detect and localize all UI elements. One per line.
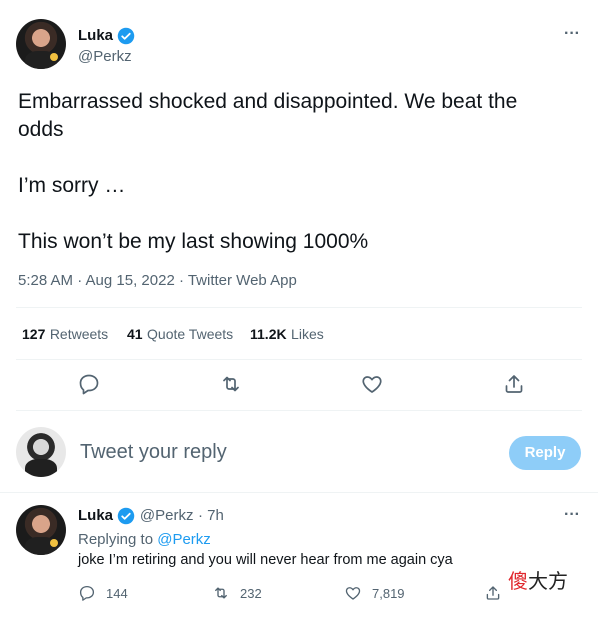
quote-tweets-stat[interactable]: 41 Quote Tweets (127, 326, 233, 344)
retweet-action[interactable]: 232 (212, 584, 262, 602)
replying-to-link[interactable]: @Perkz (157, 531, 211, 548)
retweet-count: 232 (240, 585, 262, 601)
reply-icon[interactable] (77, 372, 101, 396)
reply-text: joke I’m retiring and you will never hea… (78, 552, 453, 568)
retweet-icon[interactable] (219, 372, 243, 396)
author-handle[interactable]: @Perkz (78, 48, 132, 65)
like-icon[interactable] (360, 372, 384, 396)
quote-count: 41 (127, 326, 143, 342)
tweet-text-line: odds (18, 118, 64, 141)
reply-count: 144 (106, 585, 128, 601)
like-count: 7,819 (372, 585, 405, 601)
divider (16, 359, 582, 360)
tweet-text-line: This won’t be my last showing 1000% (18, 230, 369, 253)
retweets-count: 127 (22, 326, 46, 342)
share-icon[interactable] (484, 584, 502, 602)
tweet-text-line: I’m sorry … (18, 174, 126, 197)
retweets-label: Retweets (49, 326, 109, 342)
verified-badge-icon (118, 27, 135, 45)
reply-author-row: Luka @Perkz · 7h (78, 507, 224, 525)
verified-badge-icon (118, 507, 135, 525)
retweet-icon (215, 587, 227, 599)
reply-input[interactable]: Tweet your reply (80, 441, 227, 464)
likes-stat[interactable]: 11.2K Likes (250, 326, 324, 344)
reply-more-options-icon[interactable]: ··· (564, 506, 580, 524)
likes-label: Likes (291, 326, 324, 342)
divider (16, 307, 582, 308)
reply-action[interactable]: 144 (78, 584, 128, 602)
reply-author-name[interactable]: Luka (78, 507, 113, 524)
share-icon[interactable] (502, 372, 526, 396)
section-divider (0, 492, 598, 493)
replying-to-line: Replying to @Perkz (78, 531, 211, 548)
reply-author-avatar[interactable] (16, 505, 66, 555)
likes-count: 11.2K (250, 326, 287, 342)
tweet-text-line: Embarrassed shocked and disappointed. We… (18, 90, 518, 113)
author-name-row[interactable]: Luka (78, 27, 135, 45)
tweet-timestamp[interactable]: 5:28 AM · Aug 15, 2022 · Twitter Web App (18, 272, 297, 289)
reply-icon (79, 585, 95, 601)
current-user-avatar[interactable] (16, 427, 66, 477)
reply-time[interactable]: · 7h (198, 507, 224, 524)
retweets-stat[interactable]: 127 Retweets (22, 326, 108, 344)
like-action[interactable]: 7,819 (344, 584, 405, 602)
reply-button[interactable]: Reply (509, 436, 581, 470)
quote-label: Quote Tweets (147, 326, 234, 342)
watermark: 傻大方 (508, 565, 568, 594)
divider (16, 410, 582, 411)
like-icon (345, 587, 361, 600)
more-options-icon[interactable]: ··· (564, 25, 580, 43)
reply-author-handle[interactable]: @Perkz (140, 507, 194, 524)
author-name[interactable]: Luka (78, 27, 113, 44)
author-avatar[interactable] (16, 19, 66, 69)
watermark-rest: 大方 (528, 571, 568, 593)
watermark-red: 傻 (508, 571, 528, 593)
replying-prefix: Replying to (78, 531, 154, 548)
